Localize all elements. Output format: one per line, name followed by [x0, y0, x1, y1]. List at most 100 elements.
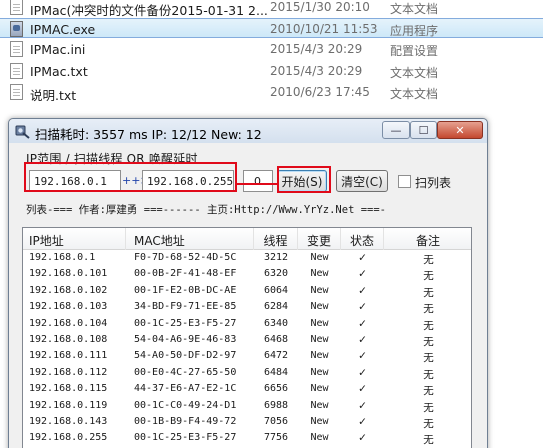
highlight-start-button	[277, 166, 331, 193]
change-cell: New	[310, 416, 329, 427]
close-button[interactable]: ✕	[437, 121, 483, 139]
file-name: IPMac(冲突时的文件备份2015-01-31 2...	[30, 3, 268, 18]
file-name: 说明.txt	[30, 88, 77, 103]
table-row[interactable]: 192.168.0.103 34-BD-F9-71-EE-85 6284 New ✓ 无	[23, 300, 471, 316]
maximize-button[interactable]: ☐	[410, 121, 437, 139]
file-row-selected[interactable]: IPMAC.exe 2010/10/21 11:53 应用程序	[0, 18, 543, 38]
thread-cell: 6284	[263, 301, 289, 313]
mac-cell: 00-1C-25-E3-F5-27	[134, 317, 237, 329]
file-row[interactable]: 说明.txt 2010/6/23 17:45 文本文档	[0, 82, 543, 103]
file-type: 应用程序	[390, 24, 439, 38]
thread-cell: 6472	[263, 350, 289, 362]
change-cell: New	[310, 301, 329, 313]
text-file-icon	[10, 0, 23, 15]
highlight-connector	[237, 183, 279, 185]
table-row[interactable]: 192.168.0.255 00-1C-25-E3-F5-27 7756 New ✓ 无	[23, 431, 471, 447]
thread-cell: 6468	[263, 334, 289, 345]
file-date: 2015/4/3 20:29	[270, 42, 363, 56]
note-cell: 无	[423, 286, 434, 299]
ip-cell: 192.168.0.115	[29, 383, 108, 395]
mac-cell: 34-BD-F9-71-EE-85	[134, 301, 237, 313]
status-cell: ✓	[358, 317, 367, 330]
thread-cell: 6064	[263, 284, 289, 296]
ipmac-window: 扫描耗时: 3557 ms IP: 12/12 New: 12 — ☐ ✕ IP…	[8, 118, 488, 448]
thread-cell: 7756	[263, 432, 289, 444]
ini-file-icon	[10, 41, 23, 57]
mac-cell: 00-E0-4C-27-65-50	[134, 366, 237, 378]
table-row[interactable]: 192.168.0.108 54-04-A6-9E-46-83 6468 New ✓ 无	[23, 333, 471, 349]
thread-cell: 6340	[263, 317, 289, 329]
note-cell: 无	[423, 270, 434, 283]
text-file-icon	[10, 84, 23, 100]
status-cell: ✓	[358, 301, 367, 314]
change-cell: New	[310, 284, 329, 296]
status-cell: ✓	[358, 432, 367, 445]
table-row[interactable]: 192.168.0.119 00-1C-C0-49-24-D1 6988 New ✓ 无	[23, 399, 471, 415]
column-header-mac[interactable]: MAC地址	[126, 228, 254, 250]
table-row[interactable]: 192.168.0.115 44-37-E6-A7-E2-1C 6656 New ✓ 无	[23, 382, 471, 398]
change-cell: New	[310, 268, 329, 280]
note-cell: 无	[423, 368, 434, 381]
status-cell: ✓	[358, 268, 367, 281]
file-row[interactable]: IPMac.ini 2015/4/3 20:29 配置设置	[0, 39, 543, 59]
mac-cell: 00-0B-2F-41-48-EF	[134, 268, 237, 280]
file-name: IPMac.ini	[30, 42, 86, 57]
note-cell: 无	[423, 401, 434, 414]
status-cell: ✓	[358, 366, 367, 379]
file-row[interactable]: IPMac.txt 2015/4/3 20:29 文本文档	[0, 61, 543, 81]
file-date: 2010/10/21 11:53	[270, 22, 378, 36]
ip-cell: 192.168.0.108	[29, 334, 108, 345]
column-header-change[interactable]: 变更	[298, 228, 341, 250]
ip-cell: 192.168.0.103	[29, 301, 108, 313]
change-cell: New	[310, 350, 329, 362]
status-cell: ✓	[358, 334, 367, 346]
minimize-button[interactable]: —	[382, 121, 410, 139]
text-file-icon	[10, 63, 23, 79]
note-cell: 无	[423, 336, 434, 348]
column-header-note[interactable]: 备注	[384, 228, 471, 250]
column-header-thread[interactable]: 线程	[254, 228, 298, 250]
file-date: 2015/1/30 20:10	[270, 0, 370, 14]
title-bar[interactable]: 扫描耗时: 3557 ms IP: 12/12 New: 12 — ☐ ✕	[9, 119, 487, 143]
thread-cell: 7056	[263, 416, 289, 427]
mac-cell: 54-A0-50-DF-D2-97	[134, 350, 237, 362]
ip-cell: 192.168.0.119	[29, 399, 108, 411]
table-row[interactable]: 192.168.0.104 00-1C-25-E3-F5-27 6340 New ✓ 无	[23, 317, 471, 333]
highlight-ip-range	[24, 162, 237, 192]
table-row[interactable]: 192.168.0.1 F0-7D-68-52-4D-5C 3212 New ✓ 无	[23, 251, 471, 267]
author-banner: 列表-=== 作者:厚建勇 ===------ 主页:Http://Www.Yr…	[26, 204, 387, 216]
status-cell: ✓	[358, 416, 367, 428]
ip-cell: 192.168.0.111	[29, 350, 108, 362]
change-cell: New	[310, 366, 329, 378]
ip-cell: 192.168.0.112	[29, 366, 108, 378]
change-cell: New	[310, 383, 329, 395]
results-table[interactable]: IP地址 MAC地址 线程 变更 状态 备注 192.168.0.1 F0-7D-…	[22, 227, 472, 448]
column-header-ip[interactable]: IP地址	[23, 228, 126, 250]
change-cell: New	[310, 252, 329, 263]
thread-cell: 6988	[263, 399, 289, 411]
file-row[interactable]: IPMac(冲突时的文件备份2015-01-31 2... 2015/1/30 …	[0, 0, 543, 18]
clear-button[interactable]: 清空(C)	[336, 170, 388, 192]
table-row[interactable]: 192.168.0.102 00-1F-E2-0B-DC-AE 6064 New ✓ 无	[23, 284, 471, 300]
scan-columns-checkbox[interactable]	[398, 175, 411, 188]
table-row[interactable]: 192.168.0.112 00-E0-4C-27-65-50 6484 New ✓ 无	[23, 366, 471, 382]
ip-cell: 192.168.0.102	[29, 284, 108, 296]
thread-cell: 6484	[263, 366, 289, 378]
delay-input[interactable]: 0	[243, 170, 273, 192]
status-cell: ✓	[358, 399, 367, 412]
file-type: 文本文档	[390, 2, 439, 16]
mac-cell: 44-37-E6-A7-E2-1C	[134, 383, 237, 395]
mac-cell: 00-1F-E2-0B-DC-AE	[134, 284, 237, 296]
mac-cell: 00-1C-C0-49-24-D1	[134, 399, 237, 411]
table-row[interactable]: 192.168.0.111 54-A0-50-DF-D2-97 6472 New ✓ 无	[23, 349, 471, 365]
column-header-status[interactable]: 状态	[341, 228, 384, 250]
table-row[interactable]: 192.168.0.101 00-0B-2F-41-48-EF 6320 New ✓ 无	[23, 267, 471, 283]
note-cell: 无	[423, 418, 434, 430]
change-cell: New	[310, 432, 329, 444]
table-row[interactable]: 192.168.0.143 00-1B-B9-F4-49-72 7056 New ✓ 无	[23, 415, 471, 431]
table-header: IP地址 MAC地址 线程 变更 状态 备注	[23, 228, 471, 250]
note-cell: 无	[423, 434, 434, 447]
thread-cell: 6320	[263, 268, 289, 280]
note-cell: 无	[423, 303, 434, 316]
exe-file-icon	[10, 21, 23, 37]
